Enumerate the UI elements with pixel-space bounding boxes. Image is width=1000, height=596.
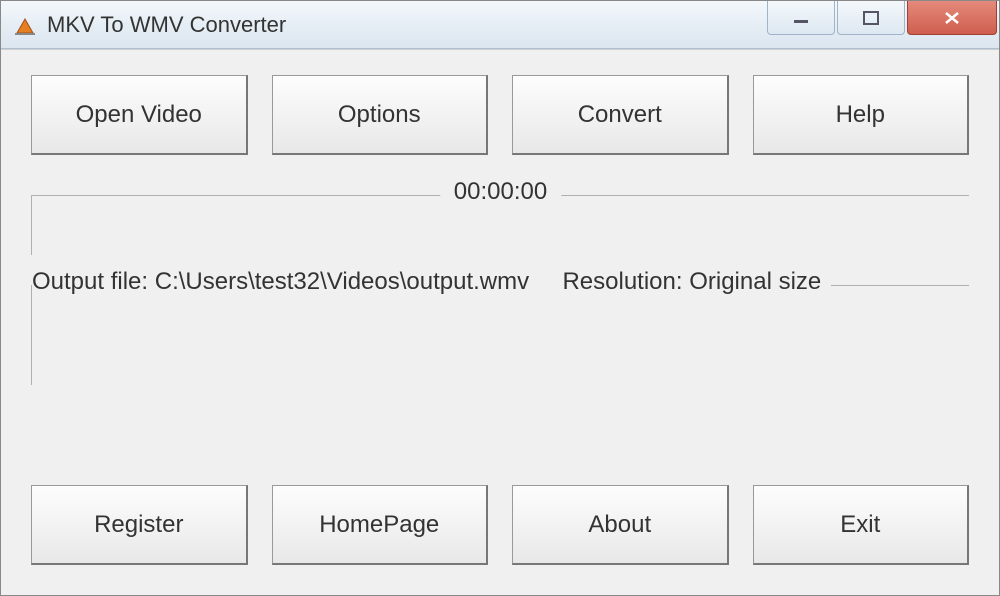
- window-controls: [767, 1, 999, 35]
- content-area: Open Video Options Convert Help 00:00:00…: [1, 49, 999, 595]
- options-button[interactable]: Options: [272, 75, 489, 155]
- homepage-button[interactable]: HomePage: [272, 485, 489, 565]
- minimize-button[interactable]: [767, 1, 835, 35]
- convert-button[interactable]: Convert: [512, 75, 729, 155]
- window-title: MKV To WMV Converter: [47, 12, 286, 38]
- output-info-text: Output file: C:\Users\test32\Videos\outp…: [32, 268, 831, 296]
- maximize-button[interactable]: [837, 1, 905, 35]
- open-video-button[interactable]: Open Video: [31, 75, 248, 155]
- exit-button[interactable]: Exit: [753, 485, 970, 565]
- titlebar: MKV To WMV Converter: [1, 1, 999, 49]
- progress-groupbox: 00:00:00: [31, 195, 969, 255]
- close-button[interactable]: [907, 1, 997, 35]
- top-button-row: Open Video Options Convert Help: [31, 75, 969, 155]
- register-button[interactable]: Register: [31, 485, 248, 565]
- about-button[interactable]: About: [512, 485, 729, 565]
- app-icon: [13, 13, 37, 37]
- progress-time-label: 00:00:00: [440, 178, 561, 206]
- app-window: MKV To WMV Converter Open Video Options …: [0, 0, 1000, 596]
- help-button[interactable]: Help: [753, 75, 970, 155]
- output-info-groupbox: Output file: C:\Users\test32\Videos\outp…: [31, 285, 969, 385]
- bottom-button-row: Register HomePage About Exit: [31, 485, 969, 570]
